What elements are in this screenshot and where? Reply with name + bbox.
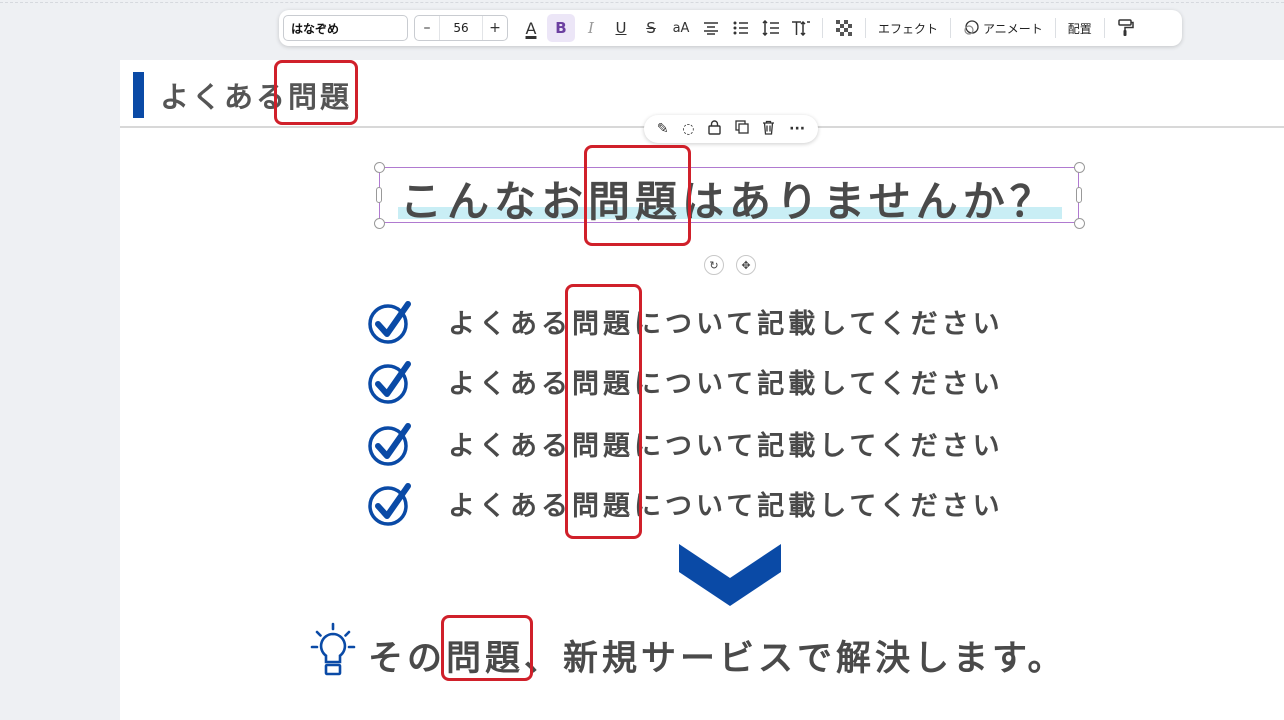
strikethrough-icon: S <box>646 19 656 37</box>
animate-label: アニメート <box>983 21 1043 36</box>
element-context-bar: ✎ ◌ ··· <box>644 115 818 143</box>
checkmark-icon <box>368 483 411 526</box>
magic-edit-icon[interactable]: ✎ <box>657 121 669 137</box>
text-toolbar: はなぞめ – 56 + A B I U S aA エフェクト アニメート 配置 <box>279 10 1182 46</box>
resize-handle-bottom-left[interactable] <box>374 218 385 229</box>
position-button[interactable]: 配置 <box>1062 20 1098 37</box>
animate-button[interactable]: アニメート <box>957 20 1049 37</box>
transparency-icon <box>836 20 852 36</box>
text-color-button[interactable]: A <box>517 14 545 42</box>
annotation-box <box>274 60 358 125</box>
letter-case-icon: aA <box>672 20 690 36</box>
resize-handle-right[interactable] <box>1076 187 1082 203</box>
checkmark-icon <box>368 301 411 344</box>
toolbar-divider <box>950 18 952 38</box>
list-item-text: よくある問題について記載してください <box>448 309 1004 340</box>
italic-icon: I <box>588 19 594 37</box>
italic-button[interactable]: I <box>577 14 605 42</box>
toolbar-divider <box>1054 18 1056 38</box>
bold-button[interactable]: B <box>547 14 575 42</box>
list-item-text: よくある問題について記載してください <box>448 491 1004 522</box>
text-color-icon: A <box>525 18 537 38</box>
align-button[interactable] <box>697 14 725 42</box>
underline-button[interactable]: U <box>607 14 635 42</box>
transparency-button[interactable] <box>830 14 858 42</box>
text-size-adjust-button[interactable] <box>787 14 815 42</box>
selection-frame <box>379 167 1079 223</box>
delete-icon[interactable] <box>762 120 775 139</box>
annotation-box <box>441 615 533 681</box>
comment-icon[interactable]: ◌ <box>682 121 694 137</box>
increase-font-size-button[interactable]: + <box>483 20 507 36</box>
resize-handle-bottom-right[interactable] <box>1074 218 1085 229</box>
canvas-top-guide <box>0 2 1284 3</box>
list-item[interactable]: よくある問題について記載してください <box>368 420 1028 466</box>
toolbar-divider <box>822 18 823 38</box>
list-item-text: よくある問題について記載してください <box>448 431 1004 462</box>
line-spacing-button[interactable] <box>757 14 785 42</box>
annotation-box <box>584 145 691 246</box>
duplicate-icon[interactable] <box>735 120 749 138</box>
more-options-icon[interactable]: ··· <box>789 121 805 137</box>
resize-handle-top-right[interactable] <box>1074 162 1085 173</box>
slide-canvas[interactable]: よくある問題 ✎ ◌ ··· こんなお問題はありませんか？ ↻ ✥ よくある問題… <box>120 60 1284 720</box>
annotation-box <box>565 284 642 539</box>
toolbar-divider <box>865 18 866 38</box>
underline-icon: U <box>615 19 627 37</box>
letter-case-button[interactable]: aA <box>667 14 695 42</box>
effects-button[interactable]: エフェクト <box>872 20 944 37</box>
align-center-icon <box>704 22 718 35</box>
decrease-font-size-button[interactable]: – <box>415 20 439 36</box>
bullet-list-icon <box>733 21 748 35</box>
move-icon[interactable]: ✥ <box>736 255 756 275</box>
paint-format-button[interactable] <box>1112 14 1140 42</box>
chevron-down-icon <box>679 544 781 606</box>
header-accent-bar <box>133 72 144 118</box>
strikethrough-button[interactable]: S <box>637 14 665 42</box>
checkmark-icon <box>368 423 411 466</box>
list-item-text: よくある問題について記載してください <box>448 369 1004 400</box>
bold-icon: B <box>555 19 567 37</box>
list-item[interactable]: よくある問題について記載してください <box>368 358 1028 404</box>
font-size-input[interactable]: 56 <box>439 16 483 40</box>
text-size-icon <box>792 20 810 36</box>
toolbar-divider <box>1103 18 1105 38</box>
rotate-icon[interactable]: ↻ <box>704 255 724 275</box>
paint-roller-icon <box>1118 19 1134 36</box>
animate-icon <box>964 20 979 35</box>
font-size-stepper: – 56 + <box>414 15 508 41</box>
lock-icon[interactable] <box>708 119 721 139</box>
font-family-select[interactable]: はなぞめ <box>283 15 408 41</box>
effects-label: エフェクト <box>878 21 939 36</box>
list-item[interactable]: よくある問題について記載してください <box>368 298 1028 344</box>
resize-handle-top-left[interactable] <box>374 162 385 173</box>
resize-handle-left[interactable] <box>376 187 382 203</box>
list-button[interactable] <box>727 14 755 42</box>
checkmark-icon <box>368 361 411 404</box>
position-label: 配置 <box>1067 21 1092 36</box>
line-spacing-icon <box>762 20 779 36</box>
list-item[interactable]: よくある問題について記載してください <box>368 480 1028 526</box>
lightbulb-icon <box>310 622 356 676</box>
